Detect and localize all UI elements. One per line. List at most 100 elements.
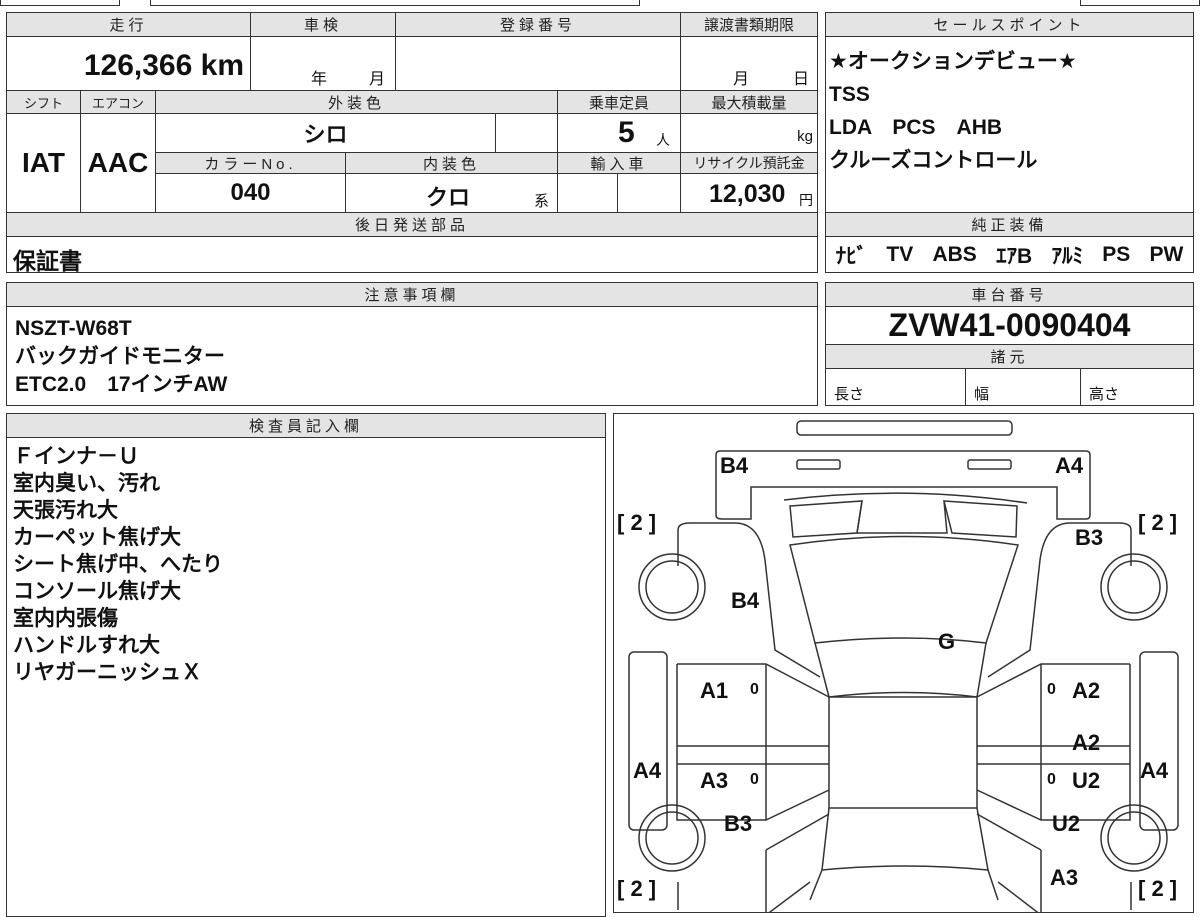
import-cell-b bbox=[617, 173, 681, 213]
max-load-unit: kg bbox=[797, 128, 813, 145]
exterior-color-value: シロ bbox=[303, 122, 348, 147]
top-strip-cell bbox=[0, 0, 120, 6]
notes-header: 注意事項欄 bbox=[6, 282, 818, 307]
exterior-color-header: 外装色 bbox=[155, 90, 558, 114]
exterior-color-cell: シロ bbox=[155, 113, 496, 153]
damage-code: U2 bbox=[1072, 768, 1100, 793]
spec-length-label: 長さ bbox=[834, 386, 865, 403]
inspector-line: ハンドルすれ大 bbox=[13, 634, 160, 657]
spec-width-label: 幅 bbox=[974, 386, 990, 403]
inspector-line: 室内内張傷 bbox=[13, 607, 118, 630]
color-no-cell: 040 bbox=[155, 173, 346, 213]
inspector-line: カーペット焦げ大 bbox=[13, 526, 181, 549]
later-parts-value: 保証書 bbox=[13, 248, 82, 274]
damage-code: A3 bbox=[700, 768, 728, 793]
capacity-header: 乗車定員 bbox=[557, 90, 681, 114]
mileage-cell: 126,366 km bbox=[6, 36, 251, 91]
note-line: ETC2.0 17インチAW bbox=[15, 373, 228, 396]
damage-code: B3 bbox=[1075, 525, 1103, 550]
equipment-item: ﾅﾋﾞ bbox=[835, 244, 868, 268]
shift-cell: IAT bbox=[6, 113, 81, 213]
damage-code: A4 bbox=[1055, 453, 1084, 478]
chassis-cell: ZVW41-0090404 bbox=[825, 306, 1194, 345]
damage-code: G bbox=[938, 629, 955, 654]
equipment-item: TV bbox=[886, 242, 914, 266]
equipment-item: ABS bbox=[932, 242, 977, 266]
inspector-line: Ｆインナ－Ｕ bbox=[13, 445, 139, 468]
capacity-cell: 5 人 bbox=[557, 113, 681, 153]
spec-width-cell: 幅 bbox=[965, 368, 1081, 406]
inspector-cell: Ｆインナ－Ｕ 室内臭い、汚れ 天張汚れ大 カーペット焦げ大 シート焦げ中、へたり… bbox=[6, 437, 606, 917]
import-header: 輸入車 bbox=[557, 152, 681, 174]
shift-header: シフト bbox=[6, 90, 81, 114]
car-diagram-svg: B4 A4 [ 2 ] [ 2 ] B3 B4 G A1 0 0 A2 A2 A… bbox=[617, 419, 1179, 913]
notes-cell: NSZT-W68T バックガイドモニター ETC2.0 17インチAW bbox=[6, 306, 818, 406]
equipment-item: ｱﾙﾐ bbox=[1051, 244, 1083, 268]
damage-code: 0 bbox=[750, 771, 759, 788]
damage-code: B4 bbox=[731, 588, 760, 613]
inspector-line: 室内臭い、汚れ bbox=[13, 472, 160, 495]
note-line: バックガイドモニター bbox=[15, 345, 225, 368]
chassis-header: 車台番号 bbox=[825, 282, 1194, 307]
mileage-header: 走行 bbox=[6, 12, 251, 37]
shaken-cell: 年 月 bbox=[250, 36, 396, 91]
import-cell-a bbox=[557, 173, 618, 213]
registration-cell bbox=[395, 36, 681, 91]
damage-code: A2 bbox=[1072, 678, 1100, 703]
rank-bracket: [ 2 ] bbox=[617, 876, 656, 901]
shaken-year-label: 年 bbox=[311, 71, 328, 88]
rank-bracket: [ 2 ] bbox=[617, 510, 656, 535]
equipment-cell: ﾅﾋﾞ TV ABS ｴｱB ｱﾙﾐ PS PW bbox=[825, 236, 1194, 273]
top-strip-cell bbox=[1080, 0, 1200, 6]
inspector-line: コンソール焦げ大 bbox=[13, 580, 181, 603]
damage-code: A4 bbox=[1140, 758, 1169, 783]
inspector-line: シート焦げ中、へたり bbox=[13, 553, 223, 576]
inspector-line: リヤガーニッシュＸ bbox=[13, 661, 202, 684]
shaken-header: 車検 bbox=[250, 12, 396, 37]
mileage-value: 126,366 km bbox=[83, 49, 244, 82]
sales-points-header: セールスポイント bbox=[825, 12, 1194, 37]
chassis-number: ZVW41-0090404 bbox=[888, 307, 1131, 343]
equipment-item: PS bbox=[1102, 242, 1131, 266]
note-line: NSZT-W68T bbox=[15, 317, 132, 340]
recycle-header: リサイクル預託金 bbox=[680, 152, 818, 174]
registration-header: 登録番号 bbox=[395, 12, 681, 37]
inspector-header: 検査員記入欄 bbox=[6, 413, 606, 438]
damage-code: A4 bbox=[633, 758, 662, 783]
capacity-value: 5 bbox=[618, 116, 635, 149]
sales-point-line: クルーズコントロール bbox=[829, 149, 1038, 172]
top-strip-cell bbox=[150, 0, 640, 6]
car-outline bbox=[627, 419, 1179, 913]
color-no-header: カラーNo. bbox=[155, 152, 346, 174]
capacity-unit: 人 bbox=[656, 132, 670, 148]
damage-code: A1 bbox=[700, 678, 728, 703]
damage-code: A3 bbox=[1050, 865, 1078, 890]
sales-point-line: TSS bbox=[829, 83, 870, 106]
damage-code: 0 bbox=[1047, 771, 1056, 788]
deadline-day-label: 日 bbox=[793, 71, 810, 88]
sales-points-cell: ★オークションデビュー★ TSS LDA PCS AHB クルーズコントロール bbox=[825, 36, 1194, 213]
equipment-item: ｴｱB bbox=[996, 244, 1033, 268]
equipment-header: 純正装備 bbox=[825, 212, 1194, 237]
rank-bracket: [ 2 ] bbox=[1138, 510, 1177, 535]
damage-code: 0 bbox=[1047, 681, 1056, 698]
sales-point-line: ★オークションデビュー★ bbox=[829, 50, 1077, 73]
later-parts-cell: 保証書 bbox=[6, 236, 818, 274]
aircon-cell: AAC bbox=[80, 113, 156, 213]
equipment-item: PW bbox=[1149, 242, 1184, 266]
shaken-month-label: 月 bbox=[369, 71, 386, 88]
max-load-header: 最大積載量 bbox=[680, 90, 818, 114]
color-no-value: 040 bbox=[230, 179, 271, 206]
damage-code: A2 bbox=[1072, 730, 1100, 755]
damage-code: 0 bbox=[750, 681, 759, 698]
specs-header: 諸元 bbox=[825, 344, 1194, 369]
rank-bracket: [ 2 ] bbox=[1138, 876, 1177, 901]
deadline-month-label: 月 bbox=[733, 71, 750, 88]
exterior-color-extra-cell bbox=[495, 113, 558, 153]
interior-color-suffix: 系 bbox=[534, 193, 550, 210]
interior-color-cell: クロ 系 bbox=[345, 173, 558, 213]
recycle-cell: 12,030 円 bbox=[680, 173, 818, 213]
damage-diagram: B4 A4 [ 2 ] [ 2 ] B3 B4 G A1 0 0 A2 A2 A… bbox=[613, 413, 1194, 913]
damage-labels: B4 A4 [ 2 ] [ 2 ] B3 B4 G A1 0 0 A2 A2 A… bbox=[617, 453, 1177, 901]
damage-code: U2 bbox=[1052, 811, 1080, 836]
